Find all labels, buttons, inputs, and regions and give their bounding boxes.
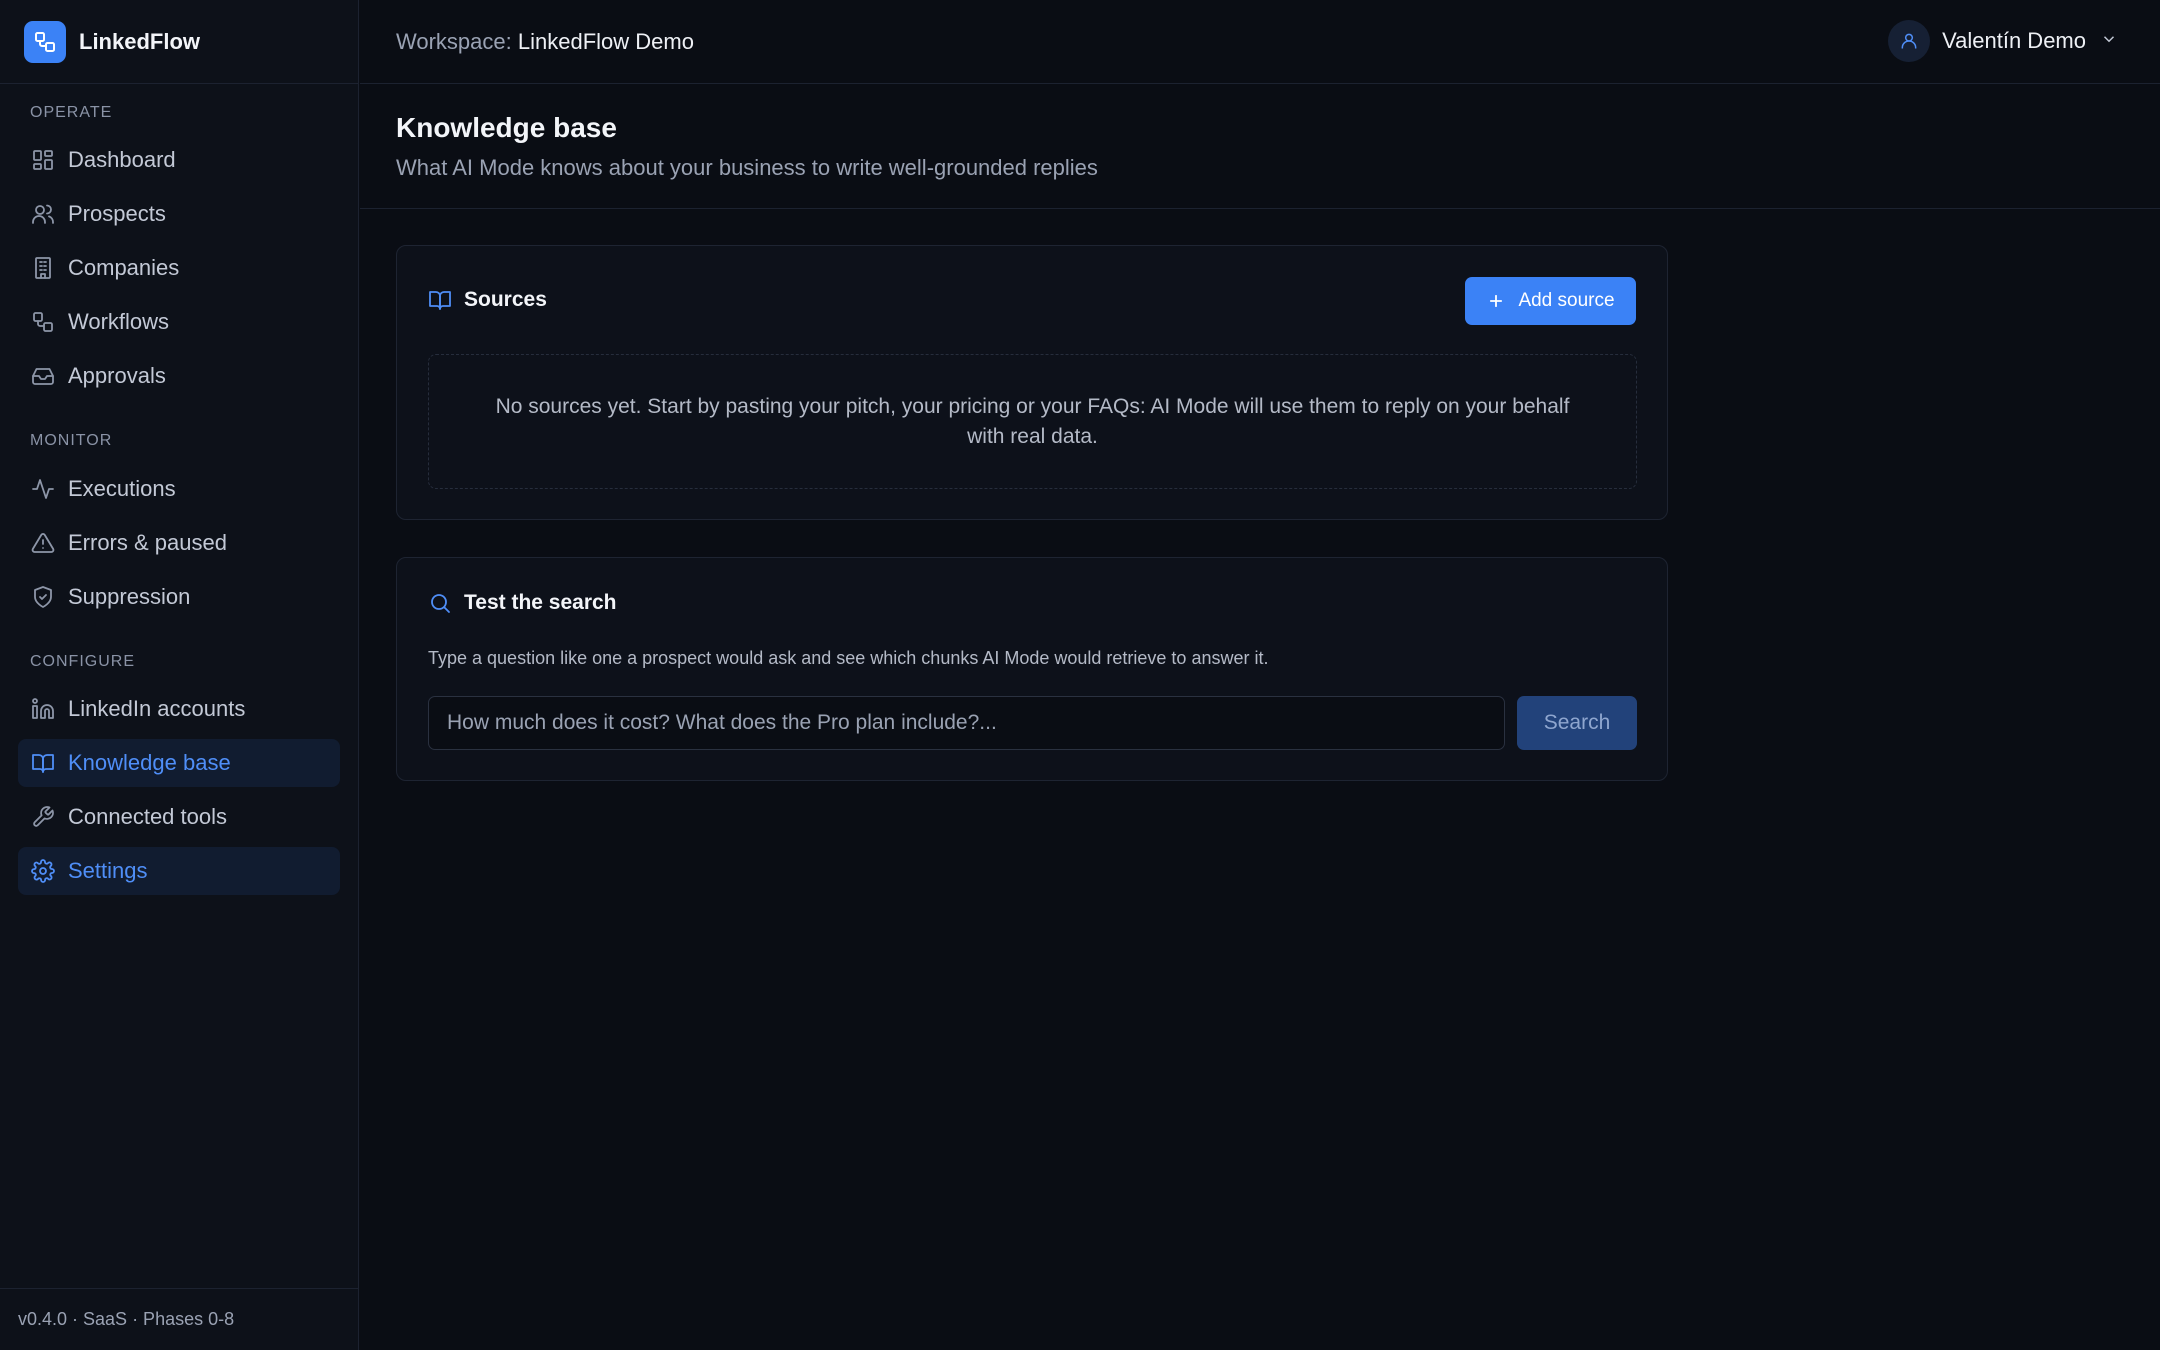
activity-icon <box>30 476 56 502</box>
sources-title: Sources <box>428 288 547 312</box>
add-source-button[interactable]: Add source <box>1465 277 1636 325</box>
inbox-icon <box>30 363 56 389</box>
sidebar-item-settings[interactable]: Settings <box>18 847 340 895</box>
sources-card: Sources Add source No sources yet. Start… <box>396 245 1668 520</box>
book-icon <box>429 291 451 310</box>
workflow-logo-icon <box>24 20 66 63</box>
page-header: Knowledge base What AI Mode knows about … <box>360 85 2160 209</box>
page-title: Knowledge base <box>396 112 617 143</box>
add-source-label: Add source <box>1518 290 1615 311</box>
wrench-icon <box>30 804 56 830</box>
topbar: Workspace: LinkedFlow Demo Valentín Demo <box>360 0 2160 84</box>
dashboard-icon <box>30 147 56 173</box>
section-label-operate: OPERATE <box>30 104 113 121</box>
sidebar-item-companies[interactable]: Companies <box>18 244 340 292</box>
sidebar-item-label: Workflows <box>68 309 170 334</box>
sidebar-item-label: Suppression <box>68 584 191 609</box>
test-search-card: Test the search Type a question like one… <box>396 557 1668 781</box>
sidebar-item-label: Executions <box>68 476 176 501</box>
empty-state: No sources yet. Start by pasting your pi… <box>428 354 1637 489</box>
sidebar-item-workflows[interactable]: Workflows <box>18 298 340 346</box>
version-footer: v0.4.0 · SaaS · Phases 0-8 <box>0 1288 359 1350</box>
chevron-down-icon <box>2100 30 2118 53</box>
test-search-description: Type a question like one a prospect woul… <box>428 648 1269 668</box>
sources-title-text: Sources <box>464 288 547 311</box>
book-icon <box>30 750 56 776</box>
shield-icon <box>30 584 56 610</box>
user-name: Valentín Demo <box>1942 28 2086 53</box>
workspace-prefix: Workspace: <box>396 28 512 54</box>
sidebar: LinkedFlow OPERATE Dashboard Prospects C… <box>0 0 359 1350</box>
test-search-title-text: Test the search <box>464 591 617 614</box>
sidebar-item-label: Approvals <box>68 363 166 388</box>
sidebar-item-label: Companies <box>68 255 180 280</box>
search-input[interactable] <box>428 696 1505 750</box>
gear-icon <box>30 858 56 884</box>
workspace-name: LinkedFlow Demo <box>517 28 694 54</box>
page-subtitle: What AI Mode knows about your business t… <box>396 155 1098 180</box>
sidebar-item-label: LinkedIn accounts <box>68 696 246 721</box>
warning-icon <box>30 530 56 556</box>
brand[interactable]: LinkedFlow <box>0 0 358 84</box>
sidebar-item-suppression[interactable]: Suppression <box>18 573 340 621</box>
search-icon <box>431 594 450 613</box>
sidebar-item-label: Knowledge base <box>68 750 231 775</box>
workspace-label: Workspace: LinkedFlow Demo <box>396 29 694 55</box>
sidebar-item-prospects[interactable]: Prospects <box>18 190 340 238</box>
sidebar-item-label: Prospects <box>68 201 166 226</box>
user-menu[interactable]: Valentín Demo <box>1888 20 2118 62</box>
search-button[interactable]: Search <box>1517 696 1637 750</box>
avatar <box>1888 20 1931 62</box>
linkedin-icon <box>30 696 56 722</box>
sidebar-item-connected-tools[interactable]: Connected tools <box>18 793 340 841</box>
building-icon <box>30 255 56 281</box>
sidebar-item-dashboard[interactable]: Dashboard <box>18 136 340 184</box>
sidebar-item-linkedin-accounts[interactable]: LinkedIn accounts <box>18 685 340 733</box>
test-search-title: Test the search <box>428 591 617 615</box>
app-name: LinkedFlow <box>79 28 200 54</box>
workflow-icon <box>30 309 56 335</box>
sidebar-item-executions[interactable]: Executions <box>18 465 340 513</box>
users-icon <box>30 201 56 227</box>
sidebar-item-label: Connected tools <box>68 804 227 829</box>
sidebar-item-approvals[interactable]: Approvals <box>18 352 340 400</box>
section-label-monitor: MONITOR <box>30 432 113 449</box>
user-icon <box>1901 33 1917 49</box>
sidebar-item-errors-paused[interactable]: Errors & paused <box>18 519 340 567</box>
section-label-configure: CONFIGURE <box>30 653 135 670</box>
sidebar-item-knowledge-base[interactable]: Knowledge base <box>18 739 340 787</box>
sidebar-item-label: Dashboard <box>68 147 176 172</box>
sidebar-item-label: Settings <box>68 858 148 883</box>
sidebar-item-label: Errors & paused <box>68 530 227 555</box>
plus-icon <box>1490 295 1503 307</box>
